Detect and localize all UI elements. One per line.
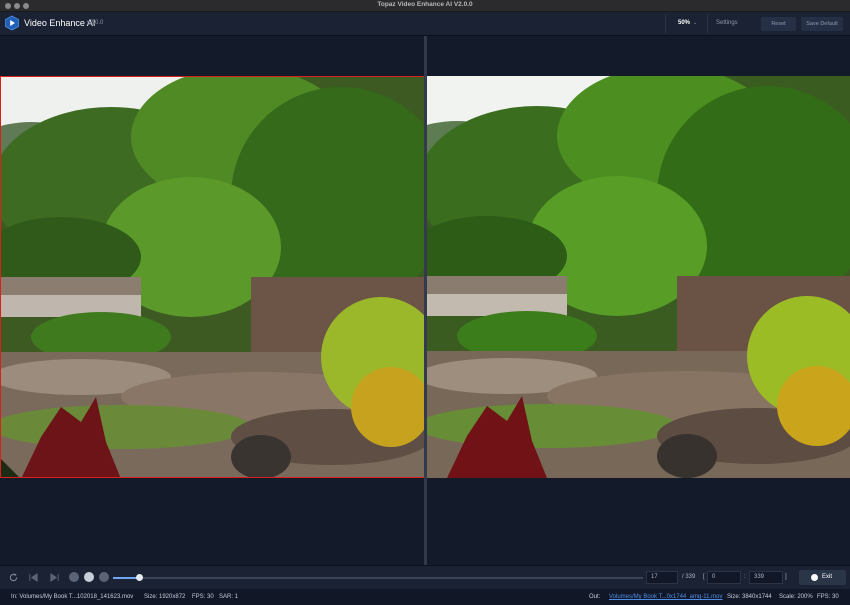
timeline-slider[interactable] <box>113 577 643 579</box>
exit-icon <box>811 574 818 581</box>
input-fps: FPS: 30 <box>192 594 214 600</box>
save-default-button[interactable]: Save Default <box>801 17 843 31</box>
current-frame-input[interactable]: 17 <box>646 571 678 584</box>
header-separator <box>707 15 708 33</box>
total-frames-label: / 339 <box>682 574 696 580</box>
set-in-point-icon[interactable] <box>28 572 39 583</box>
range-start-input[interactable]: 0 <box>707 571 741 584</box>
zoom-select[interactable]: 50% <box>678 20 690 26</box>
settings-button[interactable]: Settings <box>716 20 738 26</box>
chevron-down-icon[interactable]: ⌄ <box>693 20 697 26</box>
next-frame-button[interactable] <box>99 572 109 582</box>
original-video-frame <box>1 77 424 477</box>
refresh-icon[interactable] <box>8 572 19 583</box>
playback-controls: 17 / 339 [ 0 : 339 ] Exit <box>0 565 850 589</box>
preview-area <box>0 36 850 565</box>
exit-button[interactable]: Exit <box>799 570 846 585</box>
range-separator: : <box>744 574 746 580</box>
stop-button[interactable] <box>69 572 79 582</box>
enhanced-video-frame <box>427 76 850 478</box>
app-name: Video Enhance AI <box>24 18 96 28</box>
window-title: Topaz Video Enhance AI V2.0.0 <box>377 1 473 8</box>
output-label: Out: <box>589 594 601 600</box>
app-header: Video Enhance AI v2.0.0 50% ⌄ Settings R… <box>0 12 850 36</box>
input-size: Size: 1920x872 <box>144 594 186 600</box>
window-title-bar: Topaz Video Enhance AI V2.0.0 <box>0 0 850 12</box>
range-end-input[interactable]: 339 <box>749 571 783 584</box>
input-path: In: Volumes/My Book T...102018_141623.mo… <box>11 594 134 600</box>
play-pause-button[interactable] <box>84 572 94 582</box>
range-close-bracket: ] <box>785 574 787 580</box>
exit-label: Exit <box>822 574 833 580</box>
header-separator <box>665 15 666 33</box>
original-preview-panel[interactable] <box>0 76 424 478</box>
app-logo-icon <box>5 15 19 31</box>
timeline-handle[interactable] <box>136 574 143 581</box>
output-size: Size: 3840x1744 <box>727 594 772 600</box>
input-sar: SAR: 1 <box>219 594 239 600</box>
reset-button[interactable]: Reset <box>761 17 796 31</box>
status-bar: In: Volumes/My Book T...102018_141623.mo… <box>0 589 850 605</box>
output-scale: Scale: 200% <box>779 594 813 600</box>
app-version: v2.0.0 <box>87 20 104 26</box>
range-open-bracket: [ <box>703 574 705 580</box>
output-path-link[interactable]: Volumes/My Book T...0x1744_amq-11.mov <box>609 594 723 600</box>
enhanced-preview-panel[interactable] <box>427 76 850 478</box>
set-out-point-icon[interactable] <box>49 572 60 583</box>
output-fps: FPS: 30 <box>817 594 839 600</box>
